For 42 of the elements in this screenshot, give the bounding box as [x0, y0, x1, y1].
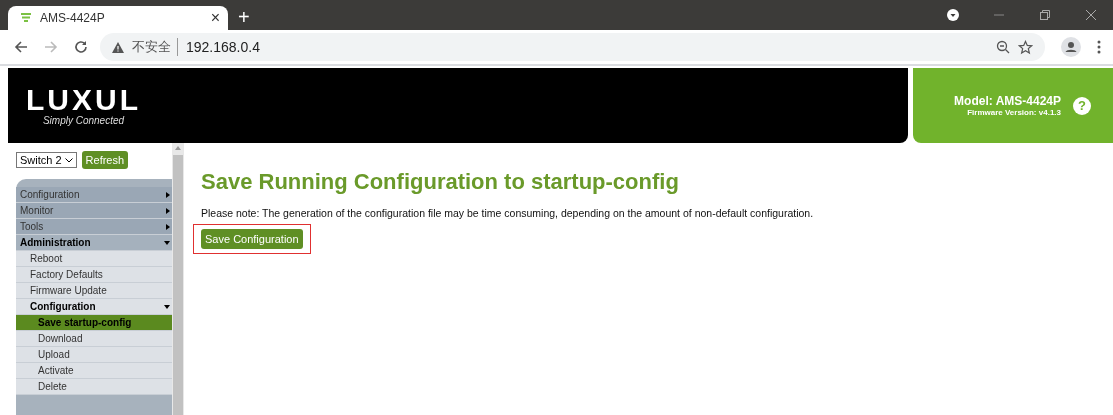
logo: LUXUL	[26, 85, 141, 115]
save-configuration-button[interactable]: Save Configuration	[201, 229, 303, 249]
scrollbar[interactable]	[172, 143, 184, 415]
menu-item[interactable]: Factory Defaults	[16, 267, 172, 283]
refresh-button[interactable]: Refresh	[81, 151, 129, 169]
switch-select[interactable]: Switch 2	[16, 152, 77, 168]
close-tab-button[interactable]: ×	[210, 9, 220, 27]
wave-icon	[20, 13, 32, 23]
menu-item[interactable]: Download	[16, 331, 172, 347]
menu-item[interactable]: Firmware Update	[16, 283, 172, 299]
menu-icon[interactable]	[1097, 40, 1101, 54]
menu-item[interactable]: Upload	[16, 347, 172, 363]
warning-icon	[112, 41, 124, 53]
chevron-icon	[64, 157, 73, 163]
tab-title: AMS-4424P	[40, 11, 106, 25]
menu-item[interactable]: Delete	[16, 379, 172, 395]
model-label: Model: AMS-4424P	[954, 94, 1061, 108]
profile-menu-icon[interactable]	[947, 9, 959, 21]
menu-item[interactable]: Configuration	[16, 299, 172, 315]
security-label: 不安全	[132, 38, 178, 56]
menu-item[interactable]: Save startup-config	[16, 315, 172, 331]
menu-item[interactable]: Reboot	[16, 251, 172, 267]
back-icon[interactable]	[14, 40, 28, 54]
page-title: Save Running Configuration to startup-config	[201, 169, 680, 195]
browser-tab[interactable]: AMS-4424P ×	[8, 6, 228, 30]
firmware-label: Firmware Version: v4.1.3	[967, 108, 1061, 117]
star-icon[interactable]	[1018, 39, 1033, 55]
note-text: Please note: The generation of the configuration file may be time consuming, depending on the amount of non-default configuration.	[201, 207, 814, 219]
zoom-out-icon[interactable]	[996, 40, 1010, 54]
reload-icon[interactable]	[74, 40, 88, 54]
menu-item[interactable]: Monitor	[16, 203, 172, 219]
menu-item[interactable]: Configuration	[16, 187, 172, 203]
menu-item[interactable]: Activate	[16, 363, 172, 379]
new-tab-button[interactable]: +	[238, 6, 250, 28]
restore-icon[interactable]	[1039, 9, 1051, 21]
close-icon[interactable]	[1085, 9, 1097, 21]
menu-item[interactable]: Tools	[16, 219, 172, 235]
menu-item[interactable]: Administration	[16, 235, 172, 251]
avatar-icon[interactable]	[1061, 37, 1081, 57]
tagline: Simply Connected	[42, 115, 125, 126]
address-bar[interactable]: 不安全 192.168.0.4	[100, 33, 1045, 61]
url-text: 192.168.0.4	[186, 39, 260, 55]
